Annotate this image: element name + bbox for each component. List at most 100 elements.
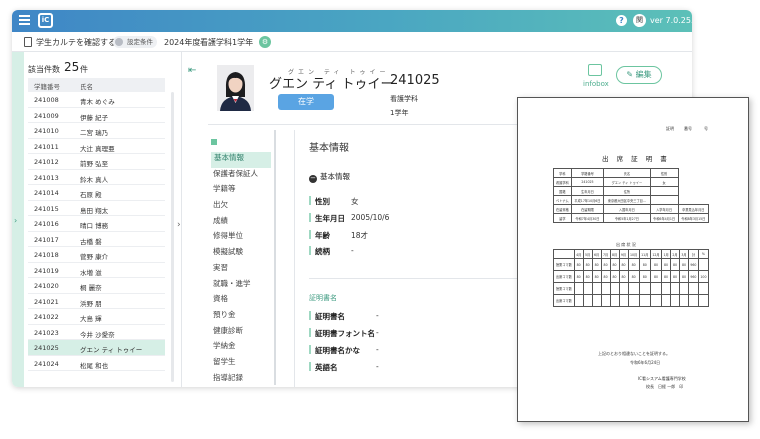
- doc-attendance-cell: [618, 282, 629, 295]
- doc-info-cell: 令和5年1月27日: [603, 213, 651, 223]
- nav-item[interactable]: 学納金: [211, 340, 271, 356]
- doc-attendance-cell: [609, 294, 620, 307]
- condition-settings-button[interactable]: 設定条件: [113, 36, 157, 48]
- table-row[interactable]: 241016 晴口 博務: [28, 216, 165, 232]
- doc-attendance-cell: 80: [661, 258, 672, 271]
- nav-item[interactable]: 模擬試験: [211, 246, 271, 262]
- field-value-cert-name: -: [376, 311, 379, 320]
- nav-item[interactable]: 保護者保証人: [211, 168, 271, 184]
- filter-settings-icon[interactable]: ⚙: [259, 36, 271, 48]
- table-row[interactable]: 241018 菅野 康介: [28, 247, 165, 263]
- nav-item[interactable]: 就職・進学: [211, 278, 271, 294]
- row-student-id: 241023: [34, 328, 59, 337]
- doc-date: 令和6年6月24日: [630, 360, 661, 365]
- row-student-id: 241012: [34, 158, 59, 166]
- nav-item[interactable]: 学籍等: [211, 183, 271, 199]
- nav-item[interactable]: 預り金: [211, 309, 271, 325]
- doc-attendance-cell: 80: [609, 270, 620, 283]
- list-header: 学籍番号 氏名: [28, 78, 165, 92]
- table-row[interactable]: 241019 水増 滋: [28, 263, 165, 278]
- back-arrow-icon[interactable]: ⇤: [188, 65, 196, 76]
- expand-arrow-icon[interactable]: ›: [14, 216, 17, 225]
- edit-button[interactable]: ✎ 編集: [616, 66, 662, 84]
- table-row[interactable]: 241025 グエン ティ トゥイー: [28, 340, 165, 356]
- nav-item[interactable]: 資格: [211, 293, 271, 309]
- table-row[interactable]: 241017 古橋 磐: [28, 232, 165, 247]
- doc-attendance-cell: [600, 282, 611, 295]
- doc-attendance-cell: 80: [627, 270, 640, 283]
- infobox-label[interactable]: infobox: [583, 80, 609, 88]
- infobox-icon[interactable]: [588, 64, 602, 76]
- doc-month-header: %: [697, 249, 710, 259]
- column-header-id[interactable]: 学籍番号: [34, 81, 60, 91]
- doc-attendance-cell: [670, 282, 680, 295]
- table-row[interactable]: 241009 伊藤 紀子: [28, 108, 165, 123]
- row-student-name: 大辻 真理亜: [80, 144, 115, 153]
- doc-attendance-cell: [687, 282, 699, 295]
- nav-item[interactable]: 健康診断: [211, 325, 271, 341]
- help-icon[interactable]: ?: [616, 15, 627, 26]
- user-avatar-icon[interactable]: 関: [633, 14, 646, 27]
- nav-scrollbar[interactable]: [274, 130, 276, 385]
- doc-attendance-cell: 80: [618, 270, 629, 283]
- doc-statement: 上記のとおり相違ないことを証明する。: [598, 351, 670, 356]
- table-row[interactable]: 241008 青木 めぐみ: [28, 92, 165, 108]
- doc-info-row: 看護学科 241025 グエン ティ トゥイー女: [553, 177, 709, 187]
- row-student-id: 241024: [34, 359, 59, 368]
- field-value-age: 18才: [351, 231, 369, 240]
- nav-item[interactable]: 基本情報: [211, 152, 271, 168]
- table-row[interactable]: 241014 石原 殿: [28, 185, 165, 201]
- field-label-cert-name: 証明書名: [309, 311, 345, 322]
- nav-item[interactable]: 出欠: [211, 199, 271, 215]
- doc-attendance-cell: 80: [649, 270, 663, 283]
- doc-attendance-cell: 80: [679, 270, 689, 283]
- doc-attendance-cell: [649, 282, 663, 295]
- basic-info-toggle[interactable]: − 基本情報: [309, 171, 350, 183]
- row-student-id: 241010: [34, 127, 59, 135]
- doc-month-header: 5月: [582, 249, 593, 259]
- version-label: ver 7.0.25.5: [650, 16, 692, 25]
- table-row[interactable]: 241015 島田 翔太: [28, 201, 165, 216]
- nav-item[interactable]: 修得単位: [211, 230, 271, 246]
- nav-item[interactable]: 指導記録: [211, 372, 271, 387]
- doc-attendance-cell: 80: [591, 258, 602, 271]
- table-row[interactable]: 241013 鈴木 真人: [28, 170, 165, 185]
- doc-info-cell: 性別: [649, 168, 679, 178]
- attendance-certificate-document: 証明 番号 号 出 席 証 明 書 学科 学籍番号 氏名 性別 看護学科 241025 グエ…: [517, 97, 749, 422]
- doc-principal: 校長 日経 一郎 印: [646, 384, 684, 389]
- doc-attendance-cell: 80: [670, 270, 680, 283]
- student-id: 241025: [390, 73, 440, 88]
- nav-item[interactable]: 留学生: [211, 356, 271, 372]
- doc-attendance-cell: 80: [627, 258, 640, 271]
- doc-info-cell: 生年月日: [570, 186, 605, 196]
- enrollment-status-button[interactable]: 在学: [278, 94, 334, 110]
- collapse-panel-icon[interactable]: ›: [177, 220, 181, 230]
- doc-attendance-cell: [679, 294, 689, 307]
- doc-month-header: 9月: [618, 249, 629, 259]
- page-title: 学生カルテを確認する: [36, 38, 116, 47]
- table-row[interactable]: 241022 大島 輝: [28, 309, 165, 325]
- result-count-label: 該当件数: [28, 65, 60, 74]
- table-row[interactable]: 241024 松尾 和也: [28, 356, 165, 371]
- table-row[interactable]: 241023 今井 沙愛奈: [28, 325, 165, 340]
- field-value-cert-kana: -: [376, 345, 379, 354]
- table-row[interactable]: 241021 浜野 朋: [28, 294, 165, 309]
- column-header-name[interactable]: 氏名: [80, 81, 93, 91]
- app-logo-icon[interactable]: iC: [38, 13, 53, 28]
- doc-info-table: 学科 学籍番号 氏名 性別 看護学科 241025 グエン ティ トゥイー女国籍 生年月日 住所…: [553, 168, 710, 223]
- row-student-id: 241011: [34, 142, 59, 151]
- student-photo: [217, 65, 254, 111]
- doc-attendance-cell: 80: [618, 258, 629, 271]
- doc-title: 出 席 証 明 書: [602, 155, 670, 163]
- hamburger-menu-icon[interactable]: [19, 15, 30, 26]
- doc-info-cell: 東京都大田区中央三丁目…: [603, 195, 651, 205]
- nav-item[interactable]: 成績: [211, 215, 271, 231]
- filter-year: 2024年度: [164, 38, 201, 47]
- nav-item[interactable]: 実習: [211, 262, 271, 278]
- table-row[interactable]: 241020 桐 麗奈: [28, 278, 165, 294]
- table-row[interactable]: 241012 前野 弘至: [28, 154, 165, 170]
- side-strip[interactable]: ›: [12, 52, 24, 387]
- table-row[interactable]: 241010 二宮 瑞乃: [28, 123, 165, 139]
- table-row[interactable]: 241011 大辻 真理亜: [28, 139, 165, 154]
- list-scrollbar[interactable]: [171, 92, 174, 382]
